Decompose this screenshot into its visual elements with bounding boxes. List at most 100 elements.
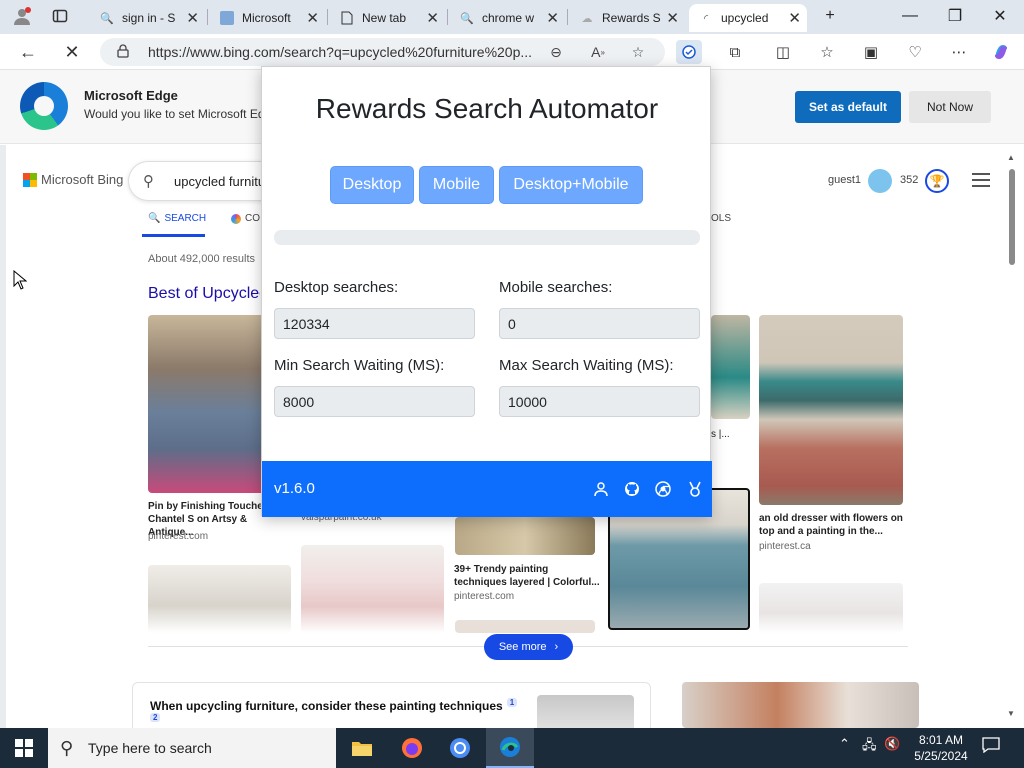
taskbar-search-input[interactable]: ⚲ Type here to search <box>48 728 336 768</box>
tab-sign-in[interactable]: 🔍 sign in - S ✕ <box>90 4 205 32</box>
image-result[interactable] <box>759 315 903 505</box>
windows-start-icon[interactable] <box>0 728 48 768</box>
url-text[interactable]: https://www.bing.com/search?q=upcycled%2… <box>148 44 538 60</box>
citation-badge[interactable]: 1 <box>506 698 518 707</box>
browser-essentials-icon[interactable]: ♡ <box>902 40 928 64</box>
see-more-button[interactable]: See more › <box>484 634 573 660</box>
minimize-icon[interactable]: — <box>890 4 930 28</box>
stop-icon[interactable]: ✕ <box>58 40 86 64</box>
firefox-icon[interactable] <box>388 728 436 768</box>
mobile-searches-field[interactable]: 0 <box>499 308 700 339</box>
close-icon[interactable]: ✕ <box>666 9 679 27</box>
bing-logo[interactable]: Microsoft Bing <box>23 172 123 187</box>
show-hidden-icons-icon[interactable]: ⌃ <box>839 736 850 752</box>
notifications-icon[interactable] <box>982 737 1000 756</box>
chevron-right-icon: › <box>554 641 559 653</box>
image-result[interactable] <box>759 583 903 633</box>
tab-search[interactable]: 🔍 SEARCH <box>148 213 206 224</box>
avatar[interactable] <box>868 169 892 193</box>
desktop-mobile-button[interactable]: Desktop+Mobile <box>499 166 643 204</box>
user-icon[interactable] <box>592 480 610 498</box>
user-name[interactable]: guest1 <box>828 174 861 186</box>
desktop-searches-field[interactable]: 120334 <box>274 308 475 339</box>
tab-chrome[interactable]: 🔍 chrome w ✕ <box>450 4 565 32</box>
new-tab-icon[interactable]: + <box>810 4 850 28</box>
image-caption[interactable]: an old dresser with flowers on top and a… <box>759 512 909 538</box>
profile-icon[interactable] <box>4 4 40 28</box>
rewards-trophy-icon[interactable]: 🏆 <box>925 169 949 193</box>
close-icon[interactable]: ✕ <box>306 9 319 27</box>
image-caption[interactable]: 39+ Trendy painting techniques layered |… <box>454 563 600 589</box>
image-result[interactable] <box>455 517 595 555</box>
chrome-taskbar-icon[interactable] <box>436 728 484 768</box>
scroll-down-icon[interactable]: ▼ <box>1007 709 1015 718</box>
system-clock[interactable]: 8:01 AM 5/25/2024 <box>908 732 974 764</box>
favorites-icon[interactable]: ☆ <box>814 40 840 64</box>
answer-card[interactable]: When upcycling furniture, consider these… <box>132 682 651 728</box>
image-result[interactable] <box>711 315 750 419</box>
tab-microsoft[interactable]: Microsoft ✕ <box>210 4 325 32</box>
close-icon[interactable]: ✕ <box>788 9 801 27</box>
tab-new-tab[interactable]: New tab ✕ <box>330 4 445 32</box>
url-field[interactable]: https://www.bing.com/search?q=upcycled%2… <box>100 38 665 66</box>
medal-icon[interactable] <box>686 480 704 498</box>
microsoft-logo-icon <box>23 172 37 187</box>
tab-rewards[interactable]: ☁ Rewards S ✕ <box>570 4 685 32</box>
mobile-button[interactable]: Mobile <box>419 166 494 204</box>
edge-logo-icon <box>20 82 68 130</box>
extensions-icon[interactable]: ⧉ <box>722 40 748 64</box>
menu-icon[interactable] <box>972 173 990 187</box>
desktop-button[interactable]: Desktop <box>330 166 414 204</box>
tab-copilot[interactable]: CO <box>231 213 260 224</box>
scroll-up-icon[interactable]: ▲ <box>1007 153 1015 162</box>
copilot-icon[interactable] <box>988 40 1014 64</box>
scrollbar-thumb[interactable] <box>1009 169 1015 265</box>
window-close-icon[interactable]: ✕ <box>980 4 1020 28</box>
read-aloud-icon[interactable]: A» <box>588 42 608 62</box>
volume-muted-icon[interactable]: 🔇 <box>884 736 900 752</box>
close-icon[interactable]: ✕ <box>186 9 199 27</box>
set-as-default-button[interactable]: Set as default <box>795 91 901 123</box>
file-explorer-icon[interactable] <box>338 728 386 768</box>
not-now-button[interactable]: Not Now <box>909 91 991 123</box>
image-source: pinterest.ca <box>759 541 811 552</box>
image-caption[interactable]: s |... <box>711 428 730 441</box>
collections-icon[interactable]: ▣ <box>858 40 884 64</box>
page-favicon-icon <box>220 11 234 25</box>
image-result[interactable] <box>682 682 919 728</box>
lock-icon[interactable] <box>116 44 130 58</box>
section-title[interactable]: Best of Upcycled <box>148 285 260 303</box>
rewards-points[interactable]: 352 <box>900 174 918 186</box>
split-screen-icon[interactable]: ◫ <box>770 40 796 64</box>
more-options-icon[interactable]: ⋯ <box>946 40 972 64</box>
restore-icon[interactable]: ❐ <box>935 4 975 28</box>
rewards-automator-popup: Rewards Search Automator Desktop Mobile … <box>261 66 712 517</box>
min-wait-field[interactable]: 8000 <box>274 386 475 417</box>
network-icon[interactable]: 🖧 <box>862 736 877 758</box>
mouse-cursor-icon <box>13 269 28 295</box>
bing-search-input[interactable]: ⚲ upcycled furniture <box>128 161 268 201</box>
image-result[interactable] <box>455 620 595 633</box>
zoom-icon[interactable]: ⊖ <box>546 42 566 62</box>
max-wait-label: Max Search Waiting (MS): <box>499 357 674 374</box>
chrome-icon[interactable] <box>654 480 672 498</box>
tab-upcycled[interactable]: ◜ upcycled ✕ <box>689 4 807 32</box>
tab-actions-icon[interactable] <box>42 4 78 28</box>
card-title: When upcycling furniture, consider these… <box>150 699 503 713</box>
favorite-star-icon[interactable]: ☆ <box>628 42 648 62</box>
version-label: v1.6.0 <box>274 480 315 497</box>
banner-message: Would you like to set Microsoft Edge as … <box>84 107 264 121</box>
browser-tab-bar: 🔍 sign in - S ✕ Microsoft ✕ New tab ✕ 🔍 … <box>0 0 1024 34</box>
github-icon[interactable] <box>623 480 641 498</box>
tab-tools[interactable]: OLS <box>711 213 731 224</box>
image-result[interactable] <box>301 545 444 633</box>
image-result[interactable] <box>148 565 291 633</box>
close-icon[interactable]: ✕ <box>426 9 439 27</box>
page-scrollbar[interactable]: ▲ ▼ <box>1006 153 1018 718</box>
back-icon[interactable]: ← <box>14 40 42 64</box>
close-icon[interactable]: ✕ <box>546 9 559 27</box>
citation-badge[interactable]: 2 <box>150 713 161 722</box>
rewards-extension-icon[interactable] <box>676 40 702 64</box>
edge-taskbar-icon[interactable] <box>486 728 534 768</box>
max-wait-field[interactable]: 10000 <box>499 386 700 417</box>
